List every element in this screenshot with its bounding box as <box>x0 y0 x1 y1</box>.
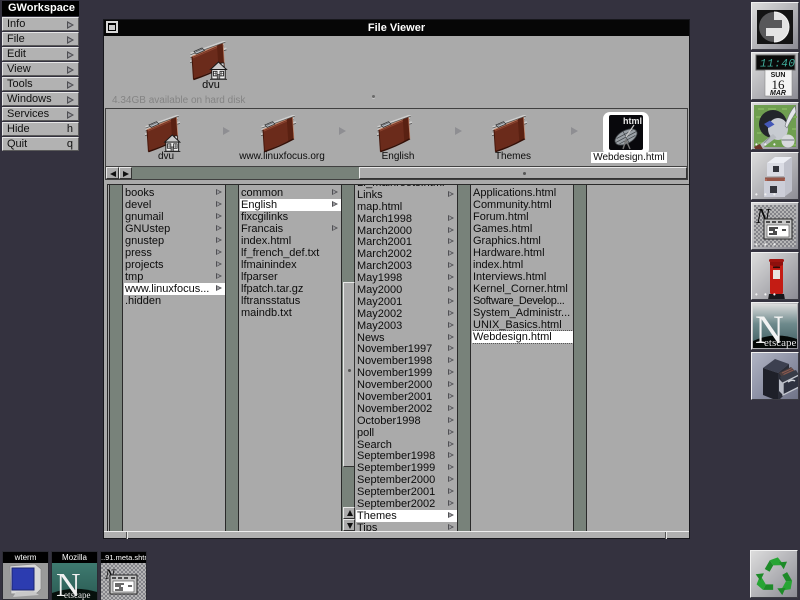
svg-text:etscape: etscape <box>764 337 796 349</box>
svg-text:11:40: 11:40 <box>760 59 796 71</box>
svg-text:etscape: etscape <box>64 590 90 600</box>
svg-text:MAR: MAR <box>770 90 786 97</box>
